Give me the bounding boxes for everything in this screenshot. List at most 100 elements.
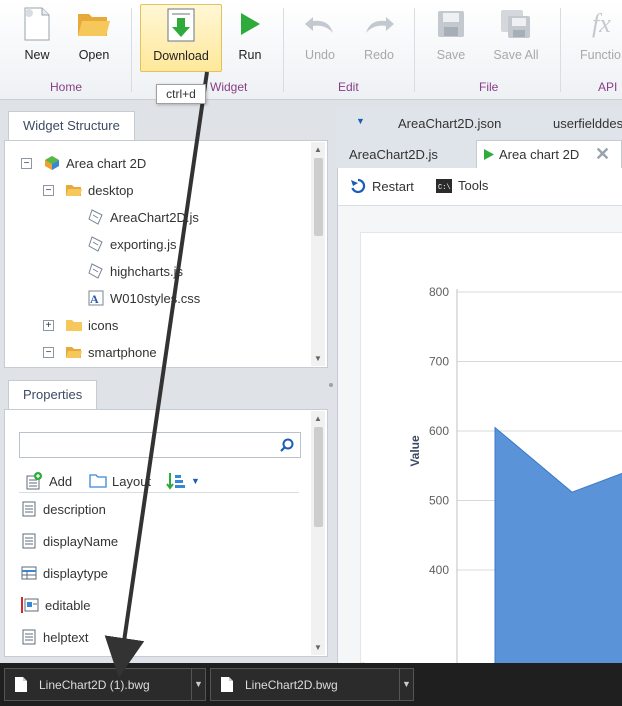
save-all-button[interactable]: Save All	[483, 4, 549, 70]
property-item-editable[interactable]: editable	[21, 594, 91, 616]
scroll-up-icon[interactable]: ▲	[314, 145, 322, 154]
property-item-description[interactable]: description	[21, 498, 106, 520]
expand-toggle-icon[interactable]: +	[43, 319, 54, 331]
tools-label: Tools	[458, 178, 489, 193]
scrollbar-thumb[interactable]	[314, 427, 323, 527]
property-item-displayname[interactable]: displayName	[21, 530, 118, 552]
tree-scrollbar[interactable]: ▲ ▼	[311, 142, 325, 366]
redo-button[interactable]: Redo	[351, 4, 407, 70]
open-button[interactable]: Open	[66, 4, 122, 70]
run-label: Run	[238, 48, 262, 62]
property-list-icon	[21, 501, 37, 517]
download-shortcut-tooltip: ctrl+d	[156, 84, 206, 104]
layout-button[interactable]: Layout	[89, 470, 151, 492]
search-icon[interactable]	[280, 438, 294, 455]
tree-item-areachart2d-js[interactable]: AreaChart2D.js	[88, 206, 199, 228]
scroll-up-icon[interactable]: ▲	[314, 414, 322, 423]
tree-item-highcharts-js[interactable]: highcharts.js	[88, 260, 183, 282]
scroll-down-icon[interactable]: ▼	[314, 354, 322, 363]
property-item-helptext[interactable]: helptext	[21, 626, 89, 648]
script-file-icon	[88, 236, 104, 252]
tree-item-exporting-js[interactable]: exporting.js	[88, 233, 176, 255]
area-chart: 800 700 600 500 400 Value	[408, 285, 622, 665]
tab-properties[interactable]: Properties	[8, 380, 98, 410]
editor-tab-strip: ▼ AreaChart2D.json userfielddes	[336, 106, 622, 138]
properties-scrollbar[interactable]: ▲ ▼	[311, 411, 325, 655]
group-api-label: API	[598, 80, 618, 94]
save-all-label: Save All	[493, 48, 539, 62]
new-button[interactable]: New	[9, 4, 65, 70]
property-label: displaytype	[43, 565, 109, 581]
script-file-icon	[88, 263, 104, 279]
ribbon-separator	[283, 8, 284, 92]
undo-icon	[292, 4, 348, 44]
functions-button[interactable]: fx Functio	[574, 4, 622, 70]
preview-toolbar: Restart C:\ Tools	[338, 168, 622, 206]
tree-item-styles-css[interactable]: A W010styles.css	[88, 287, 200, 309]
file-icon	[221, 677, 233, 692]
redo-icon	[351, 4, 407, 44]
play-icon	[483, 148, 495, 164]
property-label: displayName	[43, 533, 119, 549]
function-fx-icon: fx	[574, 4, 622, 44]
tree-item-area-chart[interactable]: − Area chart 2D	[21, 152, 146, 174]
widget-structure-panel: − Area chart 2D − desktop AreaChart2D.js…	[4, 140, 328, 368]
tree-item-desktop[interactable]: − desktop	[43, 179, 134, 201]
undo-label: Undo	[305, 48, 335, 62]
add-property-button[interactable]: Add	[25, 470, 72, 492]
y-tick-label: 700	[429, 355, 449, 369]
collapse-toggle-icon[interactable]: −	[43, 184, 54, 196]
property-checkbox-icon	[21, 597, 39, 613]
undo-button[interactable]: Undo	[292, 4, 348, 70]
tab-areachart2d-json[interactable]: AreaChart2D.json	[398, 116, 501, 131]
group-edit-label: Edit	[338, 80, 359, 94]
tab-areachart2d-js[interactable]: AreaChart2D.js	[349, 147, 438, 162]
y-tick-label: 800	[429, 285, 449, 299]
group-file-label: File	[479, 80, 499, 94]
svg-text:C:\: C:\	[438, 184, 451, 192]
ribbon-separator	[560, 8, 561, 92]
collapse-toggle-icon[interactable]: −	[43, 346, 54, 358]
scroll-down-icon[interactable]: ▼	[314, 643, 322, 652]
scrollbar-thumb[interactable]	[314, 158, 323, 236]
ribbon-toolbar: New Open Home Download Run Widget Undo R…	[0, 0, 622, 100]
save-button[interactable]: Save	[423, 4, 479, 70]
y-tick-label: 400	[429, 563, 449, 577]
divider	[19, 492, 299, 493]
tree-item-label: desktop	[88, 182, 134, 198]
property-search-input[interactable]	[19, 432, 301, 458]
download-item-linechart2d[interactable]: LineChart2D.bwg ▼	[210, 668, 414, 701]
chevron-down-icon[interactable]: ▼	[191, 476, 200, 486]
folder-open-icon	[66, 345, 82, 359]
sort-dropdown-button[interactable]: ▼	[165, 470, 200, 492]
restart-button[interactable]: Restart	[350, 178, 414, 194]
run-button[interactable]: Run	[222, 4, 278, 70]
download-button[interactable]: Download	[140, 4, 222, 72]
tab-area-chart-2d[interactable]: Area chart 2D ✕	[476, 140, 622, 168]
sort-order-icon	[165, 472, 185, 490]
chart-container: 800 700 600 500 400 Value	[360, 232, 622, 665]
collapse-toggle-icon[interactable]: −	[21, 157, 32, 169]
chevron-down-icon[interactable]: ▼	[399, 669, 413, 700]
console-icon: C:\	[436, 178, 452, 193]
widget-cube-icon	[44, 155, 60, 171]
tree-item-smartphone[interactable]: − smartphone	[43, 341, 157, 363]
tab-userfielddes[interactable]: userfielddes	[553, 116, 622, 131]
chart-area: 800 700 600 500 400 Value	[365, 261, 622, 665]
tab-widget-structure[interactable]: Widget Structure	[8, 111, 135, 141]
download-filename: LineChart2D (1).bwg	[39, 677, 150, 692]
tab-list-dropdown-icon[interactable]: ▼	[356, 116, 365, 126]
tree-item-icons[interactable]: + icons	[43, 314, 118, 336]
ribbon-separator	[414, 8, 415, 92]
tools-button[interactable]: C:\ Tools	[436, 178, 488, 193]
redo-label: Redo	[364, 48, 394, 62]
y-axis-label: Value	[408, 435, 422, 467]
group-home-label: Home	[50, 80, 83, 94]
close-tab-icon[interactable]: ✕	[595, 144, 610, 165]
tree-item-label: highcharts.js	[110, 263, 183, 279]
property-item-displaytype[interactable]: displaytype	[21, 562, 108, 584]
chevron-down-icon[interactable]: ▼	[191, 669, 205, 700]
download-item-linechart2d-1[interactable]: LineChart2D (1).bwg ▼	[4, 668, 206, 701]
tab-label: Area chart 2D	[499, 147, 580, 162]
splitter-handle[interactable]	[329, 383, 333, 387]
